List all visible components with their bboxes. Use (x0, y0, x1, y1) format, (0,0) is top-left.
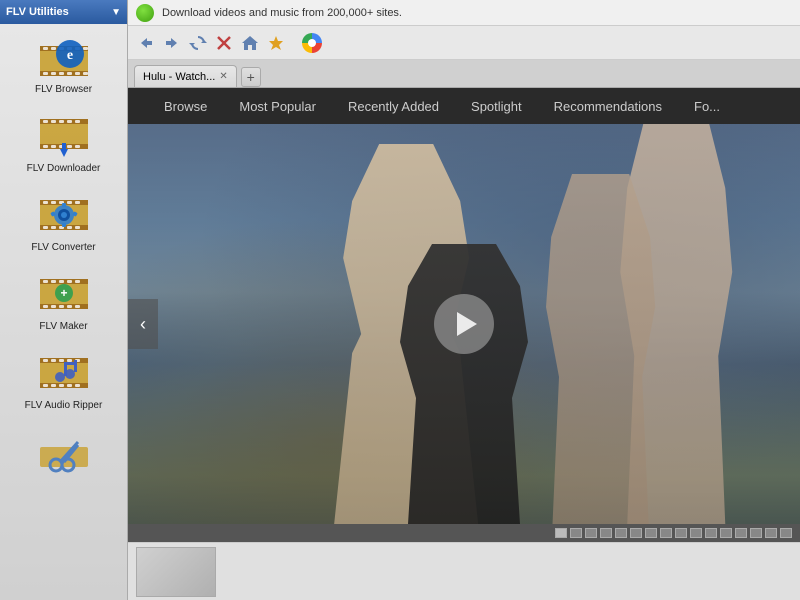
nav-spotlight[interactable]: Spotlight (455, 91, 538, 122)
pagination-bar (128, 524, 800, 542)
toolbar (128, 26, 800, 60)
nav-browse[interactable]: Browse (148, 91, 223, 122)
page-dot-5[interactable] (615, 528, 627, 538)
extra-tool-icon (38, 427, 90, 479)
info-text: Download videos and music from 200,000+ … (162, 7, 402, 19)
figure-right-2 (536, 174, 666, 524)
page-dot-4[interactable] (600, 528, 612, 538)
play-button[interactable] (434, 294, 494, 354)
sidebar-label-maker: FLV Maker (39, 321, 87, 332)
refresh-icon (189, 34, 207, 52)
stop-button[interactable] (212, 31, 236, 55)
nav-most-popular[interactable]: Most Popular (223, 91, 332, 122)
sidebar: FLV Utilities ▼ e FLV Browser (0, 0, 128, 600)
forward-button[interactable] (160, 31, 184, 55)
flv-browser-icon: e (38, 32, 90, 84)
flv-converter-icon (38, 190, 90, 242)
status-icon (136, 4, 154, 22)
page-dot-14[interactable] (750, 528, 762, 538)
info-bar: Download videos and music from 200,000+ … (128, 0, 800, 26)
sidebar-label-downloader: FLV Downloader (27, 163, 101, 174)
new-tab-button[interactable]: + (241, 67, 261, 87)
svg-text:+: + (60, 286, 67, 300)
flv-downloader-icon (38, 111, 90, 163)
page-dot-2[interactable] (570, 528, 582, 538)
home-icon (241, 34, 259, 52)
forward-icon (163, 34, 181, 52)
svg-text:e: e (66, 48, 72, 63)
strip-thumbnail[interactable] (136, 547, 216, 597)
sidebar-title-label: FLV Utilities (6, 6, 69, 18)
star-button[interactable] (264, 31, 288, 55)
flv-audio-ripper-icon (38, 348, 90, 400)
refresh-button[interactable] (186, 31, 210, 55)
hero-section: ‹ (128, 124, 800, 524)
sidebar-item-browser[interactable]: e FLV Browser (0, 24, 127, 103)
tab-hulu[interactable]: Hulu - Watch... ✕ (134, 65, 237, 87)
page-dot-6[interactable] (630, 528, 642, 538)
stop-icon (215, 34, 233, 52)
chrome-icon (302, 33, 322, 53)
play-triangle-icon (457, 312, 477, 336)
page-dot-8[interactable] (660, 528, 672, 538)
sidebar-expand-button[interactable]: ▼ (111, 7, 121, 18)
tab-close-button[interactable]: ✕ (219, 71, 227, 82)
browser-content: Browse Most Popular Recently Added Spotl… (128, 88, 800, 600)
nav-recently-added[interactable]: Recently Added (332, 91, 455, 122)
star-icon (267, 34, 285, 52)
page-dot-13[interactable] (735, 528, 747, 538)
flv-maker-icon: + (38, 269, 90, 321)
sidebar-label-browser: FLV Browser (35, 84, 92, 95)
page-dot-9[interactable] (675, 528, 687, 538)
bottom-strip (128, 542, 800, 600)
back-button[interactable] (134, 31, 158, 55)
sidebar-title: FLV Utilities ▼ (0, 0, 127, 24)
sidebar-item-maker[interactable]: + FLV Maker (0, 261, 127, 340)
page-dot-16[interactable] (780, 528, 792, 538)
new-tab-icon: + (247, 69, 255, 85)
sidebar-item-audio-ripper[interactable]: FLV Audio Ripper (0, 340, 127, 419)
sidebar-item-converter[interactable]: FLV Converter (0, 182, 127, 261)
nav-more[interactable]: Fo... (678, 91, 736, 122)
back-icon (137, 34, 155, 52)
hulu-nav: Browse Most Popular Recently Added Spotl… (128, 88, 800, 124)
sidebar-item-extra[interactable] (0, 419, 127, 487)
sidebar-label-audio-ripper: FLV Audio Ripper (25, 400, 103, 411)
main-area: Download videos and music from 200,000+ … (128, 0, 800, 600)
page-dot-7[interactable] (645, 528, 657, 538)
page-dot-10[interactable] (690, 528, 702, 538)
sidebar-item-downloader[interactable]: FLV Downloader (0, 103, 127, 182)
tabs-bar: Hulu - Watch... ✕ + (128, 60, 800, 88)
page-dot-12[interactable] (720, 528, 732, 538)
sidebar-label-converter: FLV Converter (31, 242, 95, 253)
prev-arrow-button[interactable]: ‹ (128, 299, 158, 349)
home-button[interactable] (238, 31, 262, 55)
tab-label: Hulu - Watch... (143, 71, 215, 83)
page-dot-15[interactable] (765, 528, 777, 538)
nav-recommendations[interactable]: Recommendations (538, 91, 678, 122)
page-dot-11[interactable] (705, 528, 717, 538)
page-dot-3[interactable] (585, 528, 597, 538)
page-dot-1[interactable] (555, 528, 567, 538)
